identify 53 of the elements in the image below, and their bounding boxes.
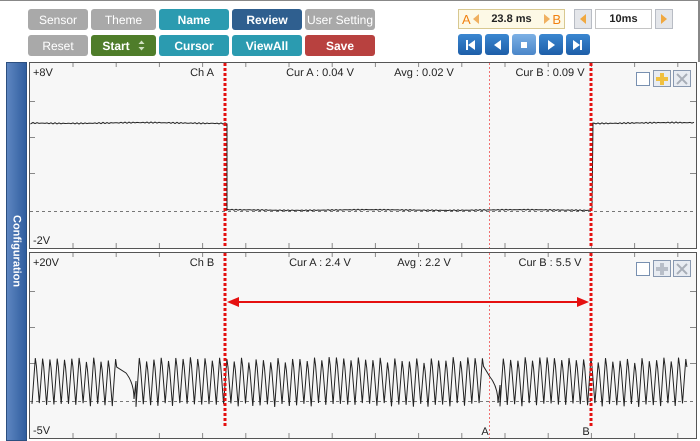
cursor-a-reading: Cur A : 2.4 V: [289, 257, 351, 269]
play-icon: [548, 40, 555, 50]
checkbox[interactable]: [636, 72, 650, 86]
cursor-b-line[interactable]: [590, 63, 592, 248]
plus-icon: [656, 72, 668, 84]
stop-icon: [521, 42, 527, 48]
toolbar-button[interactable]: Save: [305, 35, 375, 56]
cursor-b-marker: B: [582, 426, 590, 438]
left-arrow-icon: [580, 14, 586, 24]
scale-min-label: -2V: [33, 235, 50, 247]
last-button[interactable]: [566, 34, 590, 55]
skip-start-icon: [466, 40, 475, 50]
time-division-field[interactable]: 10ms: [595, 9, 652, 29]
checkbox[interactable]: [636, 262, 650, 276]
close-icon: [676, 262, 688, 274]
close-button[interactable]: [673, 260, 691, 277]
cursor-time-value: 23.8 ms: [490, 13, 533, 25]
scale-min-label: -5V: [33, 425, 50, 437]
close-button[interactable]: [673, 70, 691, 87]
cursor-b-line[interactable]: [590, 253, 592, 427]
cursor-a-line[interactable]: [224, 253, 226, 427]
left-arrow-icon: [472, 14, 479, 24]
scale-max-label: +8V: [33, 67, 53, 79]
previous-button[interactable]: [485, 34, 509, 55]
toolbar-button[interactable]: Cursor: [159, 35, 229, 56]
toolbar-button[interactable]: ViewAll: [232, 35, 302, 56]
plus-icon: [656, 262, 668, 274]
cursor-b-label: B: [552, 12, 561, 26]
scale-max-label: +20V: [33, 257, 59, 269]
right-arrow-icon: [544, 14, 550, 24]
cursor-a-label: A: [462, 12, 471, 26]
toolbar-button[interactable]: Start: [91, 35, 156, 56]
toolbar-button[interactable]: Review: [232, 9, 302, 30]
add-button[interactable]: [653, 70, 671, 87]
add-button[interactable]: [653, 260, 671, 277]
skip-end-icon: [573, 40, 582, 50]
rewind-icon: [494, 40, 501, 50]
toolbar-button[interactable]: Name: [159, 9, 229, 30]
cursor-a-reading: Cur A : 0.04 V: [286, 67, 354, 79]
cursor-b-reading: Cur B : 5.5 V: [518, 257, 582, 269]
next-button[interactable]: [539, 34, 563, 55]
average-reading: Avg : 0.02 V: [394, 67, 454, 79]
cursor-a-line[interactable]: [224, 63, 226, 248]
first-button[interactable]: [458, 34, 482, 55]
cursor-a-marker: A: [481, 426, 489, 438]
average-reading: Avg : 2.2 V: [397, 257, 451, 269]
stop-button[interactable]: [512, 34, 536, 55]
right-arrow-icon: [661, 14, 667, 24]
channel-label: Ch A: [190, 67, 214, 79]
channel-label: Ch B: [190, 257, 214, 269]
close-icon: [676, 72, 688, 84]
configuration-tab[interactable]: Configuration: [6, 62, 27, 441]
cursor-b-reading: Cur B : 0.09 V: [515, 67, 585, 79]
